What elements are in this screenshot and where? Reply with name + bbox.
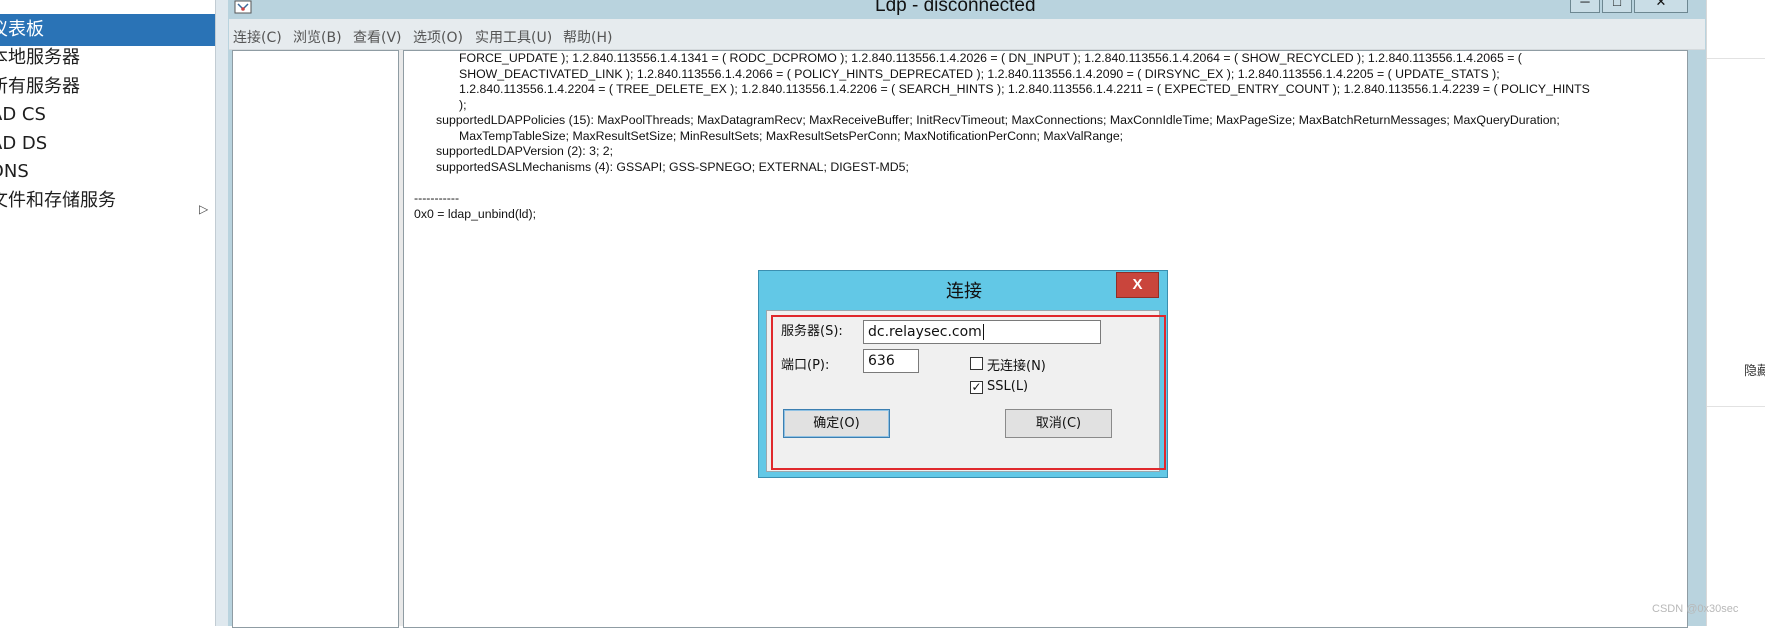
menu-bar: 连接(C) 浏览(B) 查看(V) 选项(O) 实用工具(U) 帮助(H): [229, 19, 1705, 50]
output-line: 1.2.840.113556.1.4.2204 = ( TREE_DELETE_…: [459, 82, 1590, 96]
output-line: SHOW_DEACTIVATED_LINK ); 1.2.840.113556.…: [459, 67, 1500, 81]
nav-item-label: 文件和存储服务: [0, 190, 116, 211]
menu-connection[interactable]: 连接(C): [233, 27, 282, 47]
dialog-title: 连接: [946, 281, 982, 302]
output-line: supportedSASLMechanisms (4): GSSAPI; GSS…: [436, 160, 909, 174]
output-line: MaxTempTableSize; MaxResultSetSize; MinR…: [459, 129, 1124, 143]
nav-item-label: AD CS: [0, 104, 46, 125]
output-line: supportedLDAPPolicies (15): MaxPoolThrea…: [436, 113, 1560, 127]
expand-arrow-icon[interactable]: ▷: [199, 193, 208, 217]
tree-view-pane[interactable]: [232, 50, 399, 628]
nav-item-ad-cs[interactable]: AD CS: [0, 99, 215, 131]
divider: [1707, 58, 1765, 59]
close-button[interactable]: ✕: [1634, 0, 1688, 13]
dialog-body: 服务器(S): dc.relaysec.com 端口(P): 636 无连接(N…: [766, 310, 1166, 472]
menu-browse[interactable]: 浏览(B): [293, 27, 342, 47]
menu-help[interactable]: 帮助(H): [563, 27, 612, 47]
hide-link[interactable]: 隐藏: [1744, 360, 1765, 379]
menu-options[interactable]: 选项(O): [413, 27, 463, 47]
highlight-annotation: [771, 315, 1166, 470]
nav-item-dns[interactable]: DNS: [0, 156, 215, 188]
divider: [1707, 406, 1765, 407]
output-line: supportedLDAPVersion (2): 3; 2;: [436, 144, 614, 158]
server-manager-right-panel: 隐藏: [1706, 0, 1765, 626]
nav-item-label: 本地服务器: [0, 47, 80, 68]
title-bar[interactable]: Ldp - disconnected ─ □ ✕: [228, 0, 1706, 19]
output-line: -----------: [414, 191, 460, 205]
window-title: Ldp - disconnected: [875, 0, 1036, 16]
watermark: CSDN @0x30sec: [1652, 603, 1739, 615]
output-line: );: [459, 98, 467, 112]
nav-item-local-server[interactable]: 本地服务器: [0, 42, 215, 74]
maximize-button[interactable]: □: [1602, 0, 1632, 13]
nav-divider: [215, 0, 229, 626]
minimize-button[interactable]: ─: [1570, 0, 1600, 13]
dialog-close-button[interactable]: X: [1116, 272, 1159, 298]
output-line: FORCE_UPDATE ); 1.2.840.113556.1.4.1341 …: [459, 51, 1522, 65]
nav-item-label: DNS: [0, 161, 29, 182]
ldp-app-icon: [234, 0, 252, 14]
output-line: 0x0 = ldap_unbind(ld);: [414, 207, 537, 221]
menu-view[interactable]: 查看(V): [353, 27, 402, 47]
menu-utilities[interactable]: 实用工具(U): [475, 27, 552, 47]
nav-item-file-storage[interactable]: 文件和存储服务 ▷: [0, 185, 215, 217]
connect-dialog: 连接 X 服务器(S): dc.relaysec.com 端口(P): 636 …: [758, 270, 1168, 478]
server-manager-nav: 仪表板 本地服务器 所有服务器 AD CS AD DS DNS 文件和存储服务 …: [0, 0, 215, 626]
